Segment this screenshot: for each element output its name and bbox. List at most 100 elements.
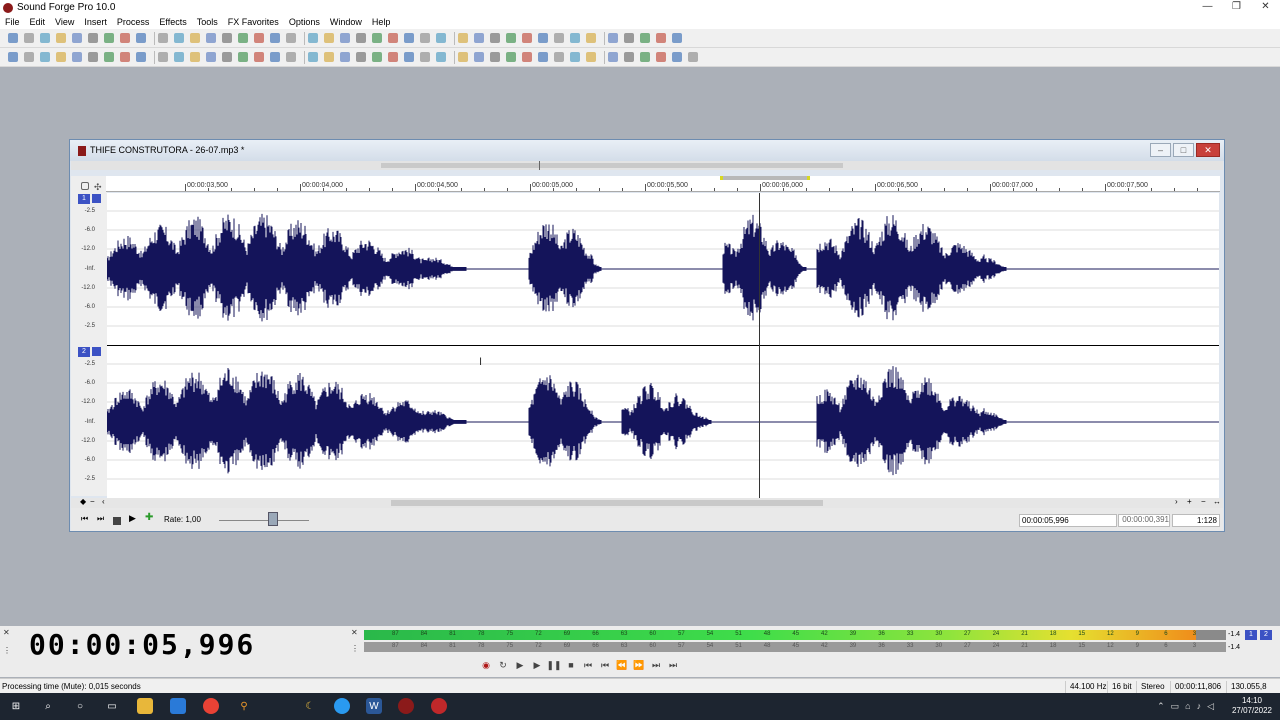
sample-rate[interactable]: 44.100 Hz [1065,681,1110,693]
toolbar-button-icon[interactable] [554,33,564,43]
meter-channel-2-button[interactable]: 2 [1260,630,1272,640]
doc-minimize-icon[interactable]: – [1150,143,1171,157]
toolbar-button-icon[interactable] [190,33,200,43]
toolbar-button-icon[interactable] [24,33,34,43]
play-plus-icon[interactable]: ✚ [145,512,154,523]
prev-marker-icon[interactable]: ⏮ [599,659,611,671]
store-icon[interactable] [170,698,186,714]
forward-icon[interactable]: ⏩ [633,659,645,671]
windows-start-icon[interactable]: ⊞ [8,698,24,714]
toolbar-button-icon[interactable] [222,33,232,43]
channel-1-minimize[interactable] [92,194,101,203]
toolbar-button-icon[interactable] [490,33,500,43]
horizontal-scrollbar[interactable]: ◆ − ‹ › + − ↔ [71,497,1223,508]
toolbar-button-icon[interactable] [174,52,184,62]
menu-view[interactable]: View [50,17,79,27]
toolbar-button-icon[interactable] [136,52,146,62]
channel-mode[interactable]: Stereo [1136,681,1169,693]
scroll-right-icon[interactable]: › [1175,497,1178,506]
meter-panel-grip[interactable]: ⋮ [351,644,359,653]
toolbar-button-icon[interactable] [656,33,666,43]
toolbar-button-icon[interactable] [458,52,468,62]
toolbar-button-icon[interactable] [8,33,18,43]
toolbar-button-icon[interactable] [158,33,168,43]
level-fit-icon[interactable]: ↔ [1213,497,1221,506]
toolbar-button-icon[interactable] [174,33,184,43]
lock-icon[interactable] [81,182,89,190]
file-explorer-icon[interactable] [137,698,153,714]
menu-tools[interactable]: Tools [192,17,223,27]
toolbar-button-icon[interactable] [522,52,532,62]
toolbar-button-icon[interactable] [8,52,18,62]
menu-file[interactable]: File [0,17,25,27]
search-app-icon[interactable]: ⚲ [236,698,252,714]
go-to-end-icon[interactable]: ⏭ [667,659,679,671]
scroll-left-icon[interactable]: ‹ [102,497,105,506]
toolbar-button-icon[interactable] [506,33,516,43]
doc-maximize-icon[interactable]: □ [1173,143,1194,157]
toolbar-button-icon[interactable] [238,52,248,62]
toolbar-button-icon[interactable] [388,33,398,43]
toolbar-button-icon[interactable] [570,52,580,62]
browser-icon[interactable] [334,698,350,714]
toolbar-button-icon[interactable] [72,33,82,43]
toolbar-button-icon[interactable] [656,52,666,62]
level-zoom-out-icon[interactable]: − [1201,497,1206,506]
play-icon[interactable]: ▶ [531,659,543,671]
toolbar-button-icon[interactable] [522,33,532,43]
channel-1-button[interactable]: 1 [78,194,90,204]
toolbar-button-icon[interactable] [238,33,248,43]
pause-icon[interactable]: ❚❚ [546,659,561,671]
menu-edit[interactable]: Edit [25,17,51,27]
toolbar-button-icon[interactable] [436,33,446,43]
toolbar-button-icon[interactable] [608,52,618,62]
zoom-out-icon[interactable]: − [90,497,95,506]
menu-options[interactable]: Options [284,17,325,27]
minimize-icon[interactable]: — [1193,0,1222,15]
toolbar-button-icon[interactable] [340,33,350,43]
menu-effects[interactable]: Effects [154,17,191,27]
time-panel-grip[interactable]: ⋮ [3,646,11,655]
toolbar-button-icon[interactable] [672,52,682,62]
toolbar-button-icon[interactable] [458,33,468,43]
channel-2-minimize[interactable] [92,347,101,356]
close-icon[interactable]: ✕ [1251,0,1280,15]
selection-length-field[interactable]: 00:00:00,391 [1119,514,1171,527]
go-to-end-icon[interactable]: ⏭ [97,514,106,523]
toolbar-button-icon[interactable] [570,33,580,43]
meter-panel-close[interactable]: ✕ [351,628,358,637]
snap-icon[interactable]: ✣ [94,182,102,193]
toolbar-button-icon[interactable] [254,33,264,43]
toolbar-button-icon[interactable] [56,52,66,62]
rewind-icon[interactable]: ⏪ [616,659,628,671]
menu-fx-favorites[interactable]: FX Favorites [223,17,284,27]
toolbar-button-icon[interactable] [688,52,698,62]
toolbar-button-icon[interactable] [624,33,634,43]
toolbar-button-icon[interactable] [24,52,34,62]
overview-bar[interactable] [71,161,1223,170]
waveform-channel-2[interactable] [107,346,1219,498]
toolbar-button-icon[interactable] [40,52,50,62]
toolbar-button-icon[interactable] [190,52,200,62]
toolbar-button-icon[interactable] [120,33,130,43]
zoom-in-icon[interactable]: ◆ [80,497,86,506]
meter-channel-1-button[interactable]: 1 [1245,630,1257,640]
system-tray-icons[interactable]: ⌃▭⌂♪◁ [1157,701,1220,712]
toolbar-button-icon[interactable] [404,33,414,43]
toolbar-button-icon[interactable] [640,52,650,62]
audio-app-icon[interactable] [431,698,447,714]
toolbar-button-icon[interactable] [324,33,334,43]
menu-help[interactable]: Help [367,17,396,27]
toolbar-button-icon[interactable] [404,52,414,62]
cursor-position-field[interactable]: 00:00:05,996 [1019,514,1117,527]
toolbar-button-icon[interactable] [538,33,548,43]
toolbar-button-icon[interactable] [538,52,548,62]
task-view-icon[interactable]: ▭ [104,698,120,714]
toolbar-button-icon[interactable] [474,52,484,62]
go-to-start-icon[interactable]: ⏮ [582,659,594,671]
search-icon[interactable]: ⌕ [40,698,56,714]
toolbar-button-icon[interactable] [222,52,232,62]
toolbar-button-icon[interactable] [40,33,50,43]
level-zoom-in-icon[interactable]: + [1187,497,1192,506]
data-window-titlebar[interactable]: THIFE CONSTRUTORA - 26-07.mp3 * – □ ✕ [70,140,1224,161]
